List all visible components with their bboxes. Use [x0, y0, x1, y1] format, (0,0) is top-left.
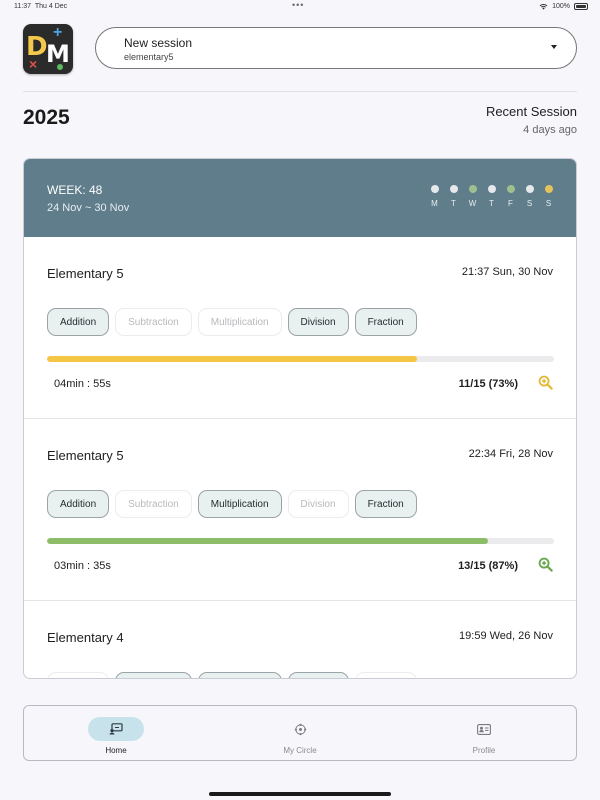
session-timestamp: 19:59 Wed, 26 Nov: [459, 630, 553, 642]
session-list[interactable]: Elementary 5 21:37 Sun, 30 Nov Addition Sub…: [24, 237, 576, 678]
score-progress-fill: [47, 356, 418, 362]
day-indicator: T: [485, 185, 498, 208]
day-dot: [468, 185, 477, 193]
nav-label: My Circle: [283, 746, 317, 755]
sessions-card: WEEK: 48 24 Nov ~ 30 Nov M T W T F S S Element…: [23, 158, 577, 679]
header-divider: [23, 91, 577, 92]
battery-percent: 100%: [552, 3, 570, 10]
topic-chip-subtraction: Subtraction: [115, 490, 192, 518]
day-dot: [487, 185, 496, 193]
topic-chip-multiplication: Multiplication: [197, 308, 282, 336]
bottom-navigation: Home My Circle Profile: [23, 705, 577, 761]
session-row[interactable]: Elementary 5 22:34 Fri, 28 Nov Addition Sub…: [24, 419, 576, 601]
day-label: S: [526, 199, 533, 208]
topic-chip-addition: Addition: [47, 490, 110, 518]
day-dot: [525, 185, 534, 193]
day-indicator: W: [466, 185, 479, 208]
caret-down-icon: [551, 45, 557, 49]
topic-chips: AdditionSubtractionMultiplicationDivisio…: [47, 308, 417, 336]
week-day-indicators: MTWTFSS: [428, 185, 555, 208]
day-label: M: [431, 199, 438, 208]
session-dropdown-subtitle: elementary5: [124, 52, 174, 62]
score-progress-bar: [47, 356, 554, 362]
nav-item-profile[interactable]: Profile: [392, 706, 576, 760]
profile-card-icon: [456, 717, 512, 741]
session-dropdown[interactable]: New session elementary5: [95, 27, 577, 69]
topic-chip-subtraction: Subtraction: [115, 308, 192, 336]
circle-network-icon: [272, 717, 328, 741]
session-timestamp: 22:34 Fri, 28 Nov: [468, 448, 553, 460]
score-progress-fill: [47, 538, 489, 544]
week-range: 24 Nov ~ 30 Nov: [47, 202, 130, 214]
wifi-icon: [539, 3, 548, 10]
session-name: Elementary 5: [47, 448, 124, 463]
day-dot: [430, 185, 439, 193]
day-dot: [544, 185, 553, 193]
zoom-in-icon[interactable]: [538, 557, 553, 572]
day-label: S: [545, 199, 552, 208]
day-indicator: F: [504, 185, 517, 208]
status-time: 11:37 Thu 4 Dec: [14, 3, 68, 10]
session-score: 13/15 (87%): [458, 560, 518, 572]
home-indicator[interactable]: [209, 792, 391, 796]
recent-session-ago: 4 days ago: [523, 124, 577, 136]
day-dot: [506, 185, 515, 193]
topic-chip-subtraction: Subtraction: [115, 672, 192, 678]
session-row[interactable]: Elementary 4 19:59 Wed, 26 Nov Addition Sub…: [24, 601, 576, 678]
recent-session-label: Recent Session: [485, 104, 577, 119]
day-indicator: M: [428, 185, 441, 208]
day-indicator: T: [447, 185, 460, 208]
session-row[interactable]: Elementary 5 21:37 Sun, 30 Nov Addition Sub…: [24, 237, 576, 419]
topic-chip-fraction: Fraction: [354, 308, 417, 336]
nav-label: Profile: [472, 746, 496, 755]
status-bar: 11:37 Thu 4 Dec ••• 100%: [0, 0, 600, 14]
topic-chip-fraction: Fraction: [354, 672, 417, 678]
session-duration: 04min : 55s: [54, 378, 111, 390]
day-label: W: [468, 199, 477, 208]
day-label: T: [451, 199, 456, 208]
zoom-in-icon[interactable]: [538, 375, 553, 390]
nav-item-my-circle[interactable]: My Circle: [208, 706, 392, 760]
session-timestamp: 21:37 Sun, 30 Nov: [461, 266, 553, 278]
year-heading: 2025: [23, 106, 70, 129]
multitasking-dots-icon[interactable]: •••: [292, 0, 304, 10]
topic-chip-division: Division: [287, 490, 349, 518]
day-indicator: S: [523, 185, 536, 208]
status-right: 100%: [539, 3, 588, 10]
score-progress-bar: [47, 538, 554, 544]
session-dropdown-title: New session: [124, 36, 193, 50]
topic-chip-addition: Addition: [47, 672, 110, 678]
nav-item-home[interactable]: Home: [24, 706, 208, 760]
day-label: F: [508, 199, 513, 208]
session-score: 11/15 (73%): [458, 378, 518, 390]
week-header: WEEK: 48 24 Nov ~ 30 Nov M T W T F S S: [24, 159, 576, 237]
topic-chip-division: Division: [287, 672, 349, 678]
topic-chip-fraction: Fraction: [354, 490, 417, 518]
app-logo: + D M ×: [23, 24, 73, 74]
topic-chip-division: Division: [287, 308, 349, 336]
battery-icon: [574, 3, 588, 10]
week-number: WEEK: 48: [47, 183, 103, 197]
topic-chips: AdditionSubtractionMultiplicationDivisio…: [47, 490, 417, 518]
topic-chip-addition: Addition: [47, 308, 110, 336]
nav-label: Home: [105, 746, 127, 755]
session-name: Elementary 4: [47, 630, 124, 645]
day-indicator: S: [542, 185, 555, 208]
topic-chip-multiplication: Multiplication: [197, 490, 282, 518]
day-dot: [449, 185, 458, 193]
session-name: Elementary 5: [47, 266, 124, 281]
topic-chips: Addition Subtraction Multiplication Divisio…: [47, 672, 417, 678]
session-duration: 03min : 35s: [54, 560, 111, 572]
topic-chip-multiplication: Multiplication: [197, 672, 282, 678]
home-board-icon: [88, 717, 144, 741]
day-label: T: [489, 199, 494, 208]
